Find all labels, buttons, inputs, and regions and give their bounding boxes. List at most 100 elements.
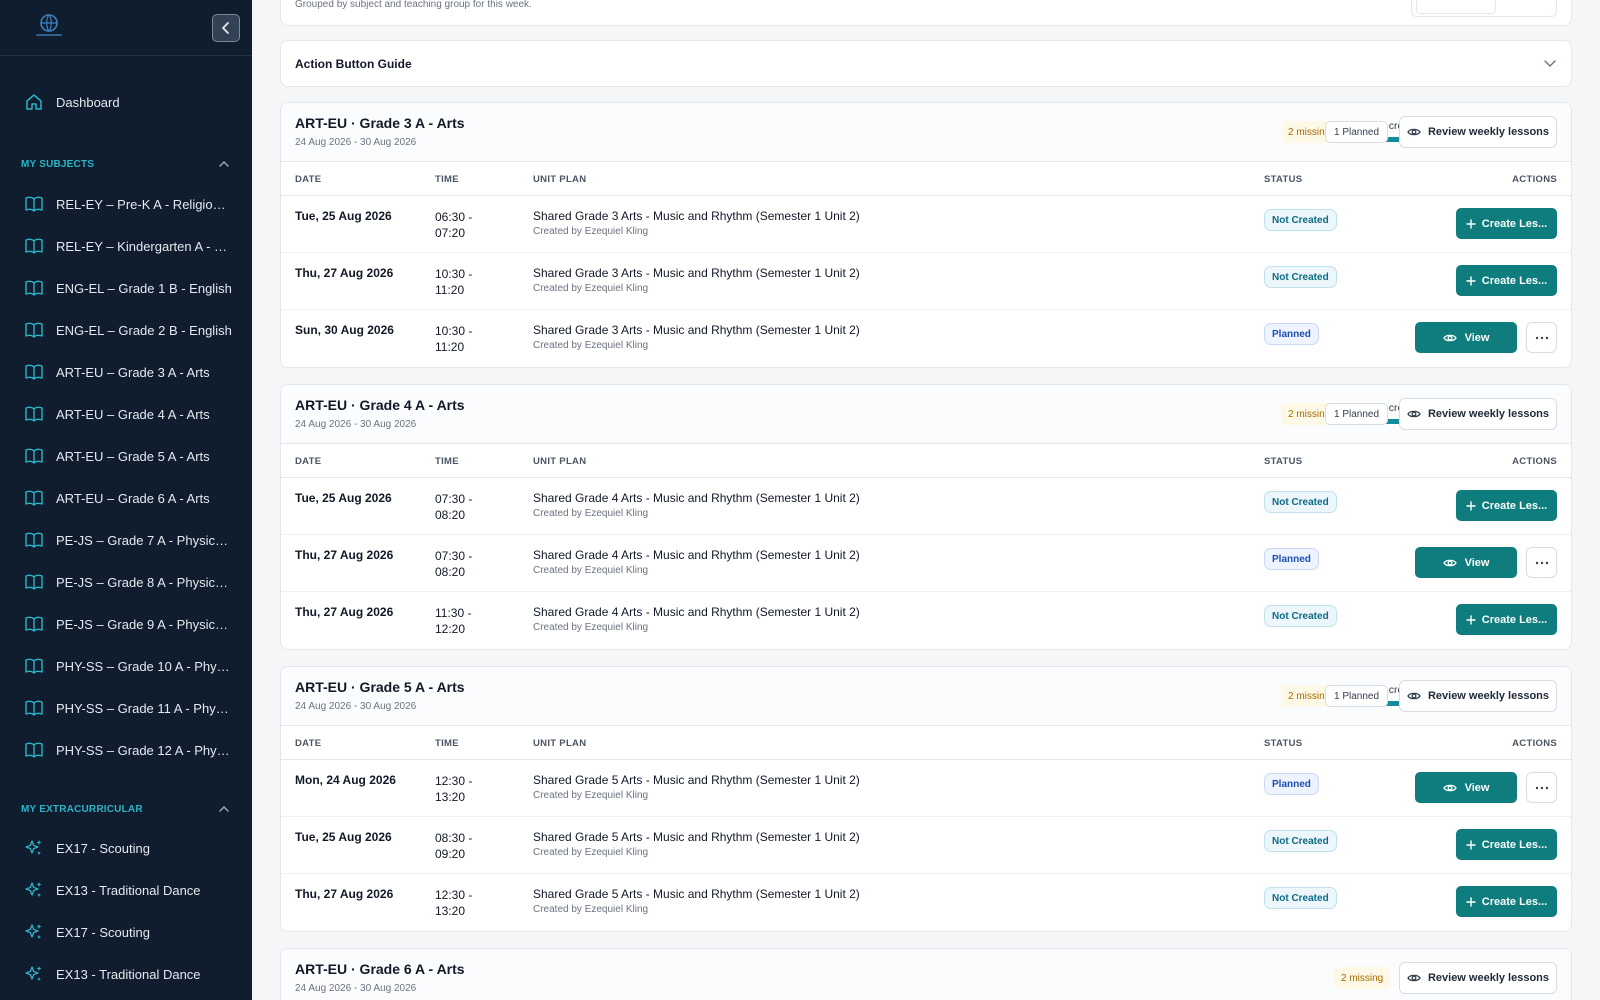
- sparkles-icon: [25, 882, 42, 897]
- create-lesson-button[interactable]: Create Les...: [1456, 829, 1557, 860]
- plus-icon: [1466, 614, 1476, 625]
- view-lesson-button[interactable]: View: [1415, 547, 1517, 578]
- book-icon: [25, 322, 43, 338]
- view-toggle-option[interactable]: [1416, 0, 1496, 14]
- my-extracurricular-heading[interactable]: MY EXTRACURRICULAR: [0, 797, 252, 821]
- sidebar-item-subject[interactable]: PE-JS – Grade 8 A - Physical Education: [0, 564, 252, 600]
- group-header: ART-EU · Grade 3 A - Arts 24 Aug 2026 - 3…: [281, 103, 1571, 162]
- group-header: ART-EU · Grade 6 A - Arts 24 Aug 2026 - 3…: [281, 949, 1571, 1000]
- view-toggle[interactable]: [1411, 0, 1557, 17]
- lesson-date: Thu, 27 Aug 2026: [295, 266, 394, 280]
- unit-plan-title: Shared Grade 4 Arts - Music and Rhythm (…: [533, 491, 860, 505]
- table-row: Thu, 27 Aug 2026 12:30 - 13:20 Shared Grad…: [281, 874, 1571, 931]
- sidebar-item-extracurricular[interactable]: EX17 - Scouting: [0, 914, 252, 950]
- plus-icon: [1466, 896, 1476, 907]
- sidebar-item-label: ART-EU – Grade 3 A - Arts: [56, 364, 210, 380]
- book-icon: [25, 532, 43, 548]
- col-unit-plan: UNIT PLAN: [533, 456, 587, 467]
- lesson-date: Tue, 25 Aug 2026: [295, 491, 392, 505]
- globe-logo-icon[interactable]: [32, 12, 66, 40]
- book-icon: [25, 280, 43, 296]
- sidebar-item-subject[interactable]: ART-EU – Grade 5 A - Arts: [0, 438, 252, 474]
- col-status: STATUS: [1264, 456, 1303, 467]
- create-lesson-button[interactable]: Create Les...: [1456, 265, 1557, 296]
- sidebar-item-subject[interactable]: ART-EU – Grade 6 A - Arts: [0, 480, 252, 516]
- sidebar-item-label: ART-EU – Grade 6 A - Arts: [56, 490, 210, 506]
- lesson-group-card: ART-EU · Grade 6 A - Arts 24 Aug 2026 - 3…: [280, 948, 1572, 1000]
- more-actions-button[interactable]: [1526, 772, 1557, 803]
- more-actions-button[interactable]: [1526, 547, 1557, 578]
- review-weekly-lessons-button[interactable]: Review weekly lessons: [1399, 398, 1557, 430]
- planned-count-chip: 1 Planned: [1325, 403, 1389, 425]
- review-weekly-lessons-button[interactable]: Review weekly lessons: [1399, 116, 1557, 148]
- more-horizontal-icon: [1535, 336, 1548, 339]
- sidebar-item-extracurricular[interactable]: EX13 - Traditional Dance: [0, 956, 252, 992]
- book-icon: [25, 742, 43, 758]
- lesson-date: Mon, 24 Aug 2026: [295, 773, 396, 787]
- sidebar-item-subject[interactable]: ART-EU – Grade 4 A - Arts: [0, 396, 252, 432]
- status-badge: Planned: [1264, 773, 1319, 795]
- summary-subtitle: Grouped by subject and teaching group fo…: [295, 0, 532, 10]
- action-button-guide[interactable]: Action Button Guide: [280, 40, 1572, 87]
- sidebar-item-subject[interactable]: ART-EU – Grade 3 A - Arts: [0, 354, 252, 390]
- sidebar-item-label: PE-JS – Grade 8 A - Physical Education: [56, 574, 232, 590]
- create-lesson-button[interactable]: Create Les...: [1456, 604, 1557, 635]
- view-lesson-button[interactable]: View: [1415, 322, 1517, 353]
- col-actions: ACTIONS: [1512, 174, 1557, 185]
- group-date-range: 24 Aug 2026 - 30 Aug 2026: [295, 983, 417, 994]
- status-badge: Not Created: [1264, 491, 1337, 513]
- status-badge: Not Created: [1264, 605, 1337, 627]
- sidebar-item-dashboard[interactable]: Dashboard: [0, 84, 252, 120]
- planned-count-chip: 1 Planned: [1325, 121, 1389, 143]
- more-actions-button[interactable]: [1526, 322, 1557, 353]
- sidebar-item-subject[interactable]: PE-JS – Grade 7 A - Physical Education: [0, 522, 252, 558]
- eye-icon: [1442, 334, 1457, 341]
- sidebar-item-subject[interactable]: PHY-SS – Grade 10 A - Physics: [0, 648, 252, 684]
- planned-count-chip: 1 Planned: [1325, 685, 1389, 707]
- eye-icon: [1407, 974, 1421, 982]
- lesson-time: 08:30 - 09:20: [435, 831, 473, 861]
- view-lesson-button[interactable]: View: [1415, 772, 1517, 803]
- review-weekly-lessons-button[interactable]: Review weekly lessons: [1399, 680, 1557, 712]
- plus-icon: [1466, 839, 1476, 850]
- sidebar-item-subject[interactable]: ENG-EL – Grade 1 B - English: [0, 270, 252, 306]
- table-header: DATE TIME UNIT PLAN STATUS ACTIONS: [281, 726, 1571, 760]
- sidebar-item-subject[interactable]: PHY-SS – Grade 11 A - Physics: [0, 690, 252, 726]
- sidebar-item-extracurricular[interactable]: EX13 - Traditional Dance: [0, 872, 252, 908]
- sparkles-icon: [25, 966, 42, 981]
- sidebar-item-label: EX17 - Scouting: [56, 924, 150, 940]
- group-title: ART-EU · Grade 3 A - Arts: [295, 115, 465, 131]
- sidebar-item-subject[interactable]: REL-EY – Kindergarten A - Religious and …: [0, 228, 252, 264]
- plus-icon: [1466, 500, 1476, 511]
- sidebar-item-extracurricular[interactable]: EX17 - Scouting: [0, 830, 252, 866]
- sidebar-item-label: PHY-SS – Grade 10 A - Physics: [56, 658, 232, 674]
- sidebar-item-subject[interactable]: ENG-EL – Grade 2 B - English: [0, 312, 252, 348]
- lesson-time: 12:30 - 13:20: [435, 774, 473, 804]
- review-weekly-lessons-button[interactable]: Review weekly lessons: [1399, 962, 1557, 994]
- create-lesson-button[interactable]: Create Les...: [1456, 208, 1557, 239]
- sidebar-item-subject[interactable]: REL-EY – Pre-K A - Religious and Moral E…: [0, 186, 252, 222]
- sidebar-item-subject[interactable]: PE-JS – Grade 9 A - Physical Education: [0, 606, 252, 642]
- sidebar-collapse-button[interactable]: [212, 14, 240, 42]
- lesson-time: 10:30 - 11:20: [435, 324, 473, 354]
- group-header: ART-EU · Grade 5 A - Arts 24 Aug 2026 - 3…: [281, 667, 1571, 726]
- group-title: ART-EU · Grade 5 A - Arts: [295, 679, 465, 695]
- book-icon: [25, 406, 43, 422]
- col-status: STATUS: [1264, 174, 1303, 185]
- lesson-date: Tue, 25 Aug 2026: [295, 830, 392, 844]
- lesson-date: Thu, 27 Aug 2026: [295, 605, 394, 619]
- weekly-summary-card: Grouped by subject and teaching group fo…: [280, 0, 1572, 26]
- lesson-time: 06:30 - 07:20: [435, 210, 473, 240]
- lesson-date: Thu, 27 Aug 2026: [295, 548, 394, 562]
- sidebar-header: [0, 0, 252, 56]
- create-lesson-button[interactable]: Create Les...: [1456, 886, 1557, 917]
- sidebar-item-subject[interactable]: PHY-SS – Grade 12 A - Physics: [0, 732, 252, 768]
- group-date-range: 24 Aug 2026 - 30 Aug 2026: [295, 701, 417, 712]
- table-row: Mon, 24 Aug 2026 12:30 - 13:20 Shared Grad…: [281, 760, 1571, 817]
- lesson-time: 12:30 - 13:20: [435, 888, 473, 918]
- unit-plan-title: Shared Grade 5 Arts - Music and Rhythm (…: [533, 773, 860, 787]
- chevron-down-icon: [1544, 60, 1556, 67]
- my-subjects-heading[interactable]: MY SUBJECTS: [0, 152, 252, 176]
- create-lesson-button[interactable]: Create Les...: [1456, 490, 1557, 521]
- book-icon: [25, 364, 43, 380]
